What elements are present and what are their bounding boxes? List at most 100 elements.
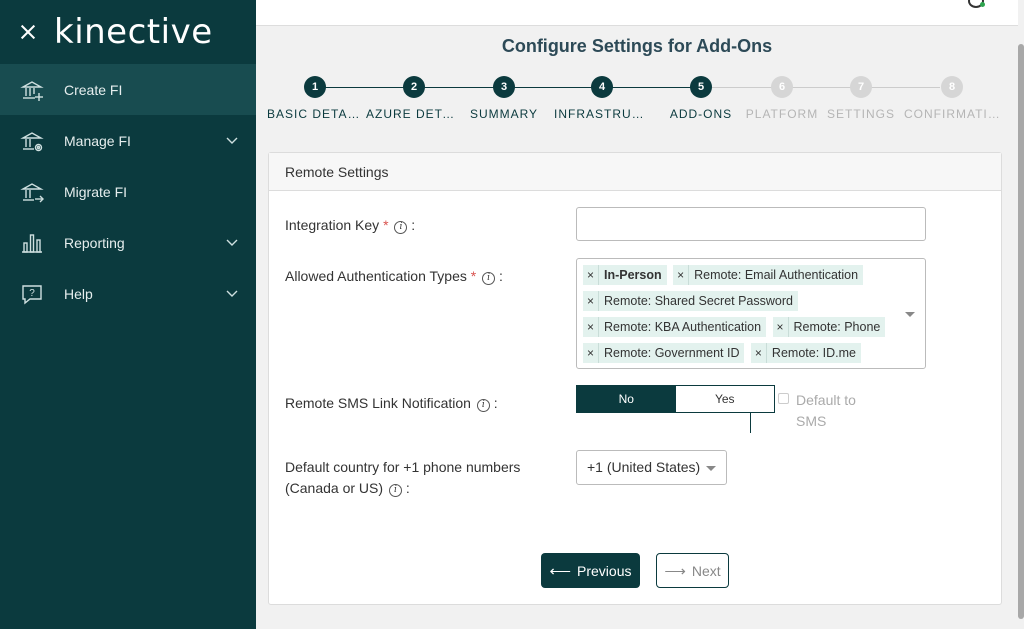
country-label: Default country for +1 phone numbers (Ca… [285,457,520,499]
sidebar-item-label: Reporting [64,234,125,251]
tag-remove-button[interactable]: × [583,343,599,363]
step-azure-details[interactable]: 2 AZURE DETAILS [366,76,462,121]
label-colon: : [499,268,503,284]
sms-notification-label: Remote SMS Link Notification i : [285,393,498,414]
sidebar-header: kinective [0,0,256,64]
previous-button-label: Previous [577,562,632,579]
next-button[interactable]: ⟶ Next [656,553,729,588]
bank-arrow-icon [20,180,44,204]
tag-remove-button[interactable]: × [751,343,767,363]
scroll-thumb[interactable] [1018,44,1024,619]
info-icon[interactable]: i [388,484,402,497]
auth-tag: × Remote: Phone [772,317,886,337]
auth-types-multiselect[interactable]: × In-Person × Remote: Email Authentication… [576,258,926,369]
auth-tag: × Remote: Government ID [583,343,745,363]
label-text: (Canada or US) [285,480,384,496]
step-label: BASIC DETAILS [267,107,363,121]
sms-option-no[interactable]: No [577,386,676,412]
top-bar [256,0,1018,26]
bar-chart-icon [20,231,44,255]
sidebar-item-label: Create FI [64,81,123,98]
wizard-stepper: 1 BASIC DETAILS 2 AZURE DETAILS 3 SUMMAR… [267,76,1002,131]
tag-text: Remote: Email Authentication [694,268,859,282]
chevron-down-icon [226,239,238,246]
auth-tag: × Remote: Shared Secret Password [583,291,798,311]
step-label: CONFIRMATION [904,107,1000,121]
info-icon[interactable]: i [476,399,490,412]
step-number: 8 [941,76,963,98]
tag-remove-button[interactable]: × [673,265,690,285]
card-header: Remote Settings [269,153,1001,191]
sms-toggle[interactable]: No Yes [576,385,775,413]
step-add-ons[interactable]: 5 ADD-ONS [653,76,749,121]
label-text: Allowed Authentication Types [285,268,467,284]
step-basic-details[interactable]: 1 BASIC DETAILS [267,76,363,121]
tag-text: Remote: Phone [793,320,881,334]
sidebar-item-help[interactable]: ? Help [0,268,256,319]
remote-settings-card: Remote Settings Integration Key * i : Al… [268,152,1002,605]
sidebar-item-migrate-fi[interactable]: Migrate FI [0,166,256,217]
dropdown-caret-icon [706,466,716,471]
page-title: Configure Settings for Add-Ons [501,36,773,56]
online-status-dot [980,2,985,7]
logo: kinective [54,12,213,52]
step-number: 5 [690,76,712,98]
info-icon[interactable]: i [482,272,496,285]
country-select-value: +1 (United States) [587,459,701,475]
label-line-2: (Canada or US) i : [285,478,520,499]
country-select[interactable]: +1 (United States) [576,450,727,485]
tag-remove-button[interactable]: × [583,265,599,285]
auth-tag: × Remote: ID.me [750,343,861,363]
page-scrollbar[interactable] [1018,0,1024,629]
step-number: 3 [493,76,515,98]
tag-text: Remote: Government ID [604,346,740,360]
step-confirmation[interactable]: 8 CONFIRMATION [904,76,1000,121]
sidebar: kinective Create FI Manage FI Migrate FI… [0,0,256,629]
step-label: ADD-ONS [669,107,733,121]
step-settings[interactable]: 7 SETTINGS [813,76,909,121]
sidebar-item-create-fi[interactable]: Create FI [0,64,256,115]
step-number: 4 [591,76,613,98]
arrow-left-icon: ⟵ [549,562,572,580]
tag-remove-button[interactable]: × [583,317,599,337]
label-colon: : [405,480,410,496]
info-icon[interactable]: i [394,221,408,234]
help-chat-icon: ? [20,282,44,306]
sms-option-yes[interactable]: Yes [676,386,775,412]
step-label: AZURE DETAILS [366,107,462,121]
sidebar-item-label: Help [64,285,93,302]
required-mark: * [470,268,477,284]
label-text: Integration Key [285,217,380,233]
tag-remove-button[interactable]: × [773,317,789,337]
default-to-sms-checkbox[interactable] [778,393,789,404]
step-number: 7 [850,76,872,98]
dropdown-caret-icon[interactable] [905,312,915,317]
label-colon: : [493,395,498,411]
required-mark: * [383,217,389,233]
close-icon[interactable] [18,22,38,42]
tag-remove-button[interactable]: × [583,291,599,311]
tag-text: Remote: KBA Authentication [604,320,762,334]
label-colon: : [411,217,416,233]
auth-tag: × Remote: KBA Authentication [583,317,767,337]
next-button-label: Next [691,562,721,579]
step-label: INFRASTRUCTURE [554,107,650,121]
step-summary[interactable]: 3 SUMMARY [456,76,552,121]
sidebar-item-manage-fi[interactable]: Manage FI [0,115,256,166]
arrow-right-icon: ⟶ [664,562,686,580]
step-number: 1 [304,76,326,98]
integration-key-label: Integration Key * i : [285,215,415,236]
previous-button[interactable]: ⟵ Previous [541,553,640,588]
label-line-1: Default country for +1 phone numbers [285,459,521,475]
step-label: SETTINGS [826,107,895,121]
chevron-down-icon [226,290,238,297]
sidebar-item-reporting[interactable]: Reporting [0,217,256,268]
step-infrastructure[interactable]: 4 INFRASTRUCTURE [554,76,650,121]
toggle-divider [750,412,751,433]
bank-add-icon [20,78,44,102]
step-number: 2 [403,76,425,98]
auth-tag: × Remote: Email Authentication [673,265,864,285]
integration-key-input[interactable] [576,207,926,241]
tag-text: In-Person [604,268,662,282]
step-label: SUMMARY [469,107,539,121]
